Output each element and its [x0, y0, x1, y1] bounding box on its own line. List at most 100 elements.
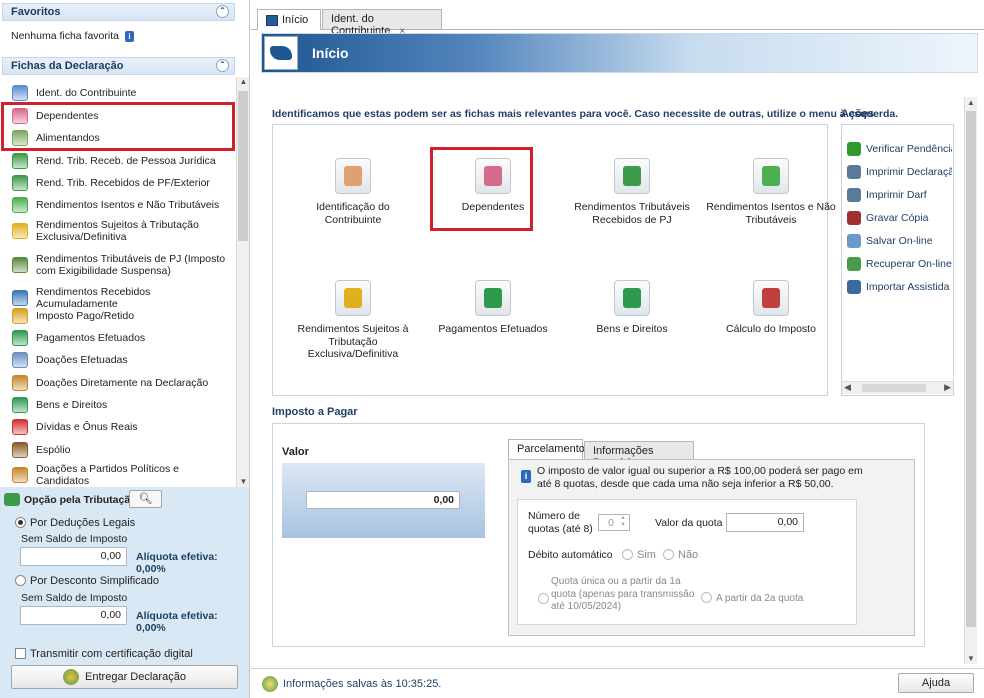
parcelamento-info: O imposto de valor igual ou superior a R…	[537, 465, 863, 490]
debts-icon	[12, 419, 28, 435]
card-6[interactable]: Bens e Direitos	[567, 280, 697, 336]
debito-nao-option[interactable]: Não	[663, 549, 698, 561]
main-scroll-down-icon[interactable]: ▼	[965, 654, 977, 663]
sidebar-item-label: Doações a Partidos Políticos e Candidato…	[36, 463, 179, 487]
acao-1[interactable]: Imprimir Declaração	[847, 165, 952, 179]
deducoes-option[interactable]: Por Deduções Legais	[15, 517, 135, 529]
sidebar-item-15[interactable]: Espólio	[12, 442, 234, 458]
search-button[interactable]: 🔍︎	[129, 490, 162, 508]
tax-option-icon	[4, 493, 20, 506]
card-0[interactable]: Identificação do Contribuinte	[288, 158, 418, 226]
sidebar-item-10[interactable]: Pagamentos Efetuados	[12, 330, 234, 346]
sidebar-item-12[interactable]: Doações Diretamente na Declaração	[12, 375, 234, 391]
sidebar-item-label: Rendimentos Tributáveis de PJ (Imposto c…	[36, 253, 226, 277]
tab-parcelamento[interactable]: Parcelamento	[508, 439, 585, 459]
valor-quota-label: Valor da quota	[655, 517, 723, 529]
sidebar-item-5[interactable]: Rendimentos Isentos e Não Tributáveis	[12, 197, 234, 213]
income-pj-icon	[12, 153, 28, 169]
sim-label: Sim	[637, 549, 656, 561]
card-7[interactable]: Cálculo do Imposto	[706, 280, 836, 336]
acoes-hscrollbar[interactable]: ◀ ▶	[842, 381, 953, 394]
acao-4[interactable]: Salvar On-line	[847, 234, 952, 248]
collapse-fichas-icon[interactable]: ⌃	[216, 59, 229, 72]
certificado-checkbox[interactable]	[15, 648, 26, 659]
card-2[interactable]: Rendimentos Tributáveis Recebidos de PJ	[567, 158, 697, 226]
hscroll-thumb[interactable]	[862, 384, 926, 392]
segunda-quota-option[interactable]: A partir da 2a quota	[701, 592, 803, 604]
sidebar-item-0[interactable]: Ident. do Contribuinte	[12, 85, 234, 101]
debito-nao-radio[interactable]	[663, 549, 674, 560]
spinner-arrows-icon[interactable]: ▲ ▼	[620, 515, 626, 529]
sidebar-item-9[interactable]: Imposto Pago/Retido	[12, 308, 234, 324]
printer-darf-icon	[847, 188, 861, 202]
scroll-right-icon[interactable]: ▶	[944, 382, 951, 393]
deducoes-saldo: Sem Saldo de Imposto	[21, 533, 128, 545]
acao-3[interactable]: Gravar Cópia	[847, 211, 952, 225]
main-scroll-up-icon[interactable]: ▲	[965, 98, 977, 107]
check-icon	[847, 142, 861, 156]
sidebar-item-8[interactable]: Rendimentos Recebidos Acumuladamente	[12, 286, 234, 310]
debito-sim-radio[interactable]	[622, 549, 633, 560]
certificado-option[interactable]: Transmitir com certificação digital	[15, 648, 193, 660]
deducoes-valor: 0,00	[20, 547, 127, 566]
quota-unica-label: Quota única ou a partir da 1a quota (ape…	[551, 576, 695, 612]
page-banner: Início	[261, 33, 978, 73]
acao-label: Gravar Cópia	[866, 212, 929, 224]
tab-ident-contribuinte[interactable]: Ident. do Contribuinte ×	[322, 9, 442, 37]
acao-label: Salvar On-line	[866, 235, 933, 247]
acao-2[interactable]: Imprimir Darf	[847, 188, 952, 202]
imposto-title: Imposto a Pagar	[272, 406, 358, 418]
acao-5[interactable]: Recuperar On-line	[847, 257, 952, 271]
sidebar-item-6[interactable]: Rendimentos Sujeitos à Tributação Exclus…	[12, 219, 234, 243]
valor-quota: 0,00	[726, 513, 804, 532]
opcao-tributacao-panel: Opção pela Tributação: 🔍︎ Por Deduções L…	[0, 487, 249, 698]
simplificado-aliquota: Alíquota efetiva: 0,00%	[136, 610, 218, 634]
tab-inicio[interactable]: Início	[257, 9, 321, 30]
scroll-up-icon[interactable]: ▲	[238, 77, 249, 89]
card-3[interactable]: Rendimentos Isentos e Não Tributáveis	[706, 158, 836, 226]
main-scroll-thumb[interactable]	[966, 111, 976, 627]
quota-unica-radio[interactable]	[538, 593, 549, 604]
ajuda-button[interactable]: Ajuda	[898, 673, 974, 693]
acao-label: Recuperar On-line	[866, 258, 952, 270]
sidebar-item-label: Rendimentos Sujeitos à Tributação Exclus…	[36, 219, 199, 243]
fichas-scrollbar[interactable]: ▲ ▼	[236, 77, 249, 489]
opcao-title: Opção pela Tributação:	[24, 493, 141, 506]
card-5[interactable]: Pagamentos Efetuados	[428, 280, 558, 336]
sidebar-item-13[interactable]: Bens e Direitos	[12, 397, 234, 413]
simplificado-label: Por Desconto Simplificado	[30, 575, 160, 587]
scroll-thumb[interactable]	[238, 91, 248, 241]
acao-0[interactable]: Verificar Pendências	[847, 142, 952, 156]
segunda-quota-radio[interactable]	[701, 592, 712, 603]
acao-6[interactable]: Importar Assistida	[847, 280, 952, 294]
sidebar-item-label: Ident. do Contribuinte	[36, 87, 137, 99]
sidebar-item-11[interactable]: Doações Efetuadas	[12, 352, 234, 368]
card-4[interactable]: Rendimentos Sujeitos à Tributação Exclus…	[288, 280, 418, 361]
entregar-button[interactable]: Entregar Declaração	[11, 665, 238, 689]
sidebar-item-label: Doações Efetuadas	[36, 354, 128, 366]
simplificado-option[interactable]: Por Desconto Simplificado	[15, 575, 159, 587]
sidebar-item-7[interactable]: Rendimentos Tributáveis de PJ (Imposto c…	[12, 253, 234, 277]
certificado-label: Transmitir com certificação digital	[30, 648, 193, 660]
deducoes-radio[interactable]	[15, 517, 26, 528]
person-icon	[12, 85, 28, 101]
sidebar-item-16[interactable]: Doações a Partidos Políticos e Candidato…	[12, 463, 234, 487]
simplificado-radio[interactable]	[15, 575, 26, 586]
main-scrollbar[interactable]: ▲ ▼	[964, 97, 977, 664]
fichas-header[interactable]: Fichas da Declaração ⌃	[2, 57, 235, 75]
card-label: Bens e Direitos	[596, 323, 668, 335]
sidebar-item-14[interactable]: Dívidas e Ônus Reais	[12, 419, 234, 435]
tab-bancarias[interactable]: Informações Bancárias	[584, 441, 694, 469]
sidebar-item-3[interactable]: Rend. Trib. Receb. de Pessoa Jurídica	[12, 153, 234, 169]
favoritos-header[interactable]: Favoritos ⌃	[2, 3, 235, 21]
fichas-title: Fichas da Declaração	[11, 60, 124, 72]
debito-sim-option[interactable]: Sim	[622, 549, 656, 561]
cloud-restore-icon	[847, 257, 861, 271]
sidebar-item-4[interactable]: Rend. Trib. Recebidos de PF/Exterior	[12, 175, 234, 191]
collapse-favoritos-icon[interactable]: ⌃	[216, 5, 229, 18]
card-label: Pagamentos Efetuados	[438, 323, 548, 335]
parcelamento-label: Parcelamento	[517, 443, 585, 455]
scroll-left-icon[interactable]: ◀	[844, 382, 851, 393]
printer-icon	[847, 165, 861, 179]
favoritos-empty: Nenhuma ficha favorita i	[11, 30, 134, 42]
